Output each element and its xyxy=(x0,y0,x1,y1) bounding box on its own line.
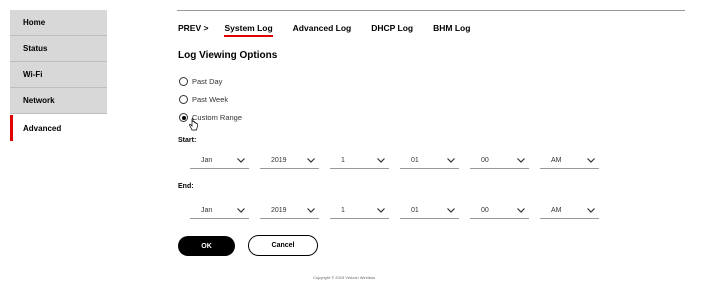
end-datetime-selects: Jan 2019 1 01 00 AM xyxy=(190,203,599,219)
radio-past-week[interactable]: Past Week xyxy=(179,95,228,104)
select-value: AM xyxy=(551,157,562,164)
header-divider xyxy=(177,10,685,11)
select-value: 01 xyxy=(411,157,419,164)
tab-system-log[interactable]: System Log xyxy=(224,23,273,37)
start-year-select[interactable]: 2019 xyxy=(260,153,319,169)
end-month-select[interactable]: Jan xyxy=(190,203,249,219)
sidebar-item-wifi[interactable]: Wi-Fi xyxy=(10,62,107,88)
chevron-down-icon xyxy=(447,208,455,213)
radio-label: Past Day xyxy=(192,77,223,86)
sidebar-nav: Home Status Wi-Fi Network Advanced xyxy=(10,10,107,141)
start-datetime-selects: Jan 2019 1 01 00 AM xyxy=(190,153,599,169)
select-value: AM xyxy=(551,207,562,214)
copyright-footer: Copyright © 2019 Verizon Wireless xyxy=(313,275,376,280)
sidebar-item-label: Advanced xyxy=(23,123,62,133)
sidebar-item-status[interactable]: Status xyxy=(10,36,107,62)
log-tabs: PREV > System Log Advanced Log DHCP Log … xyxy=(178,23,490,37)
chevron-down-icon xyxy=(377,208,385,213)
radio-label: Custom Range xyxy=(192,113,243,122)
sidebar-item-label: Network xyxy=(23,96,55,105)
select-value: 2019 xyxy=(271,207,287,214)
start-label: Start: xyxy=(178,137,197,144)
select-value: 2019 xyxy=(271,157,287,164)
cancel-button[interactable]: Cancel xyxy=(248,235,318,256)
sidebar-item-label: Wi-Fi xyxy=(23,70,43,79)
start-day-select[interactable]: 1 xyxy=(330,153,389,169)
end-minute-select[interactable]: 00 xyxy=(470,203,529,219)
tab-dhcp-log[interactable]: DHCP Log xyxy=(371,23,413,35)
sidebar-item-network[interactable]: Network xyxy=(10,88,107,114)
select-value: 1 xyxy=(341,207,345,214)
chevron-down-icon xyxy=(237,208,245,213)
radio-circle-icon[interactable] xyxy=(179,77,188,86)
chevron-down-icon xyxy=(377,158,385,163)
chevron-down-icon xyxy=(307,158,315,163)
start-hour-select[interactable]: 01 xyxy=(400,153,459,169)
sidebar-item-label: Home xyxy=(23,18,46,27)
chevron-down-icon xyxy=(587,208,595,213)
select-value: 00 xyxy=(481,157,489,164)
end-year-select[interactable]: 2019 xyxy=(260,203,319,219)
tab-prev[interactable]: PREV > xyxy=(178,23,208,35)
select-value: Jan xyxy=(201,207,213,214)
chevron-down-icon xyxy=(307,208,315,213)
radio-selected-icon[interactable] xyxy=(179,113,188,122)
start-month-select[interactable]: Jan xyxy=(190,153,249,169)
chevron-down-icon xyxy=(447,158,455,163)
select-value: 1 xyxy=(341,157,345,164)
radio-past-day[interactable]: Past Day xyxy=(179,77,222,86)
page-title: Log Viewing Options xyxy=(178,50,278,61)
chevron-down-icon xyxy=(517,208,525,213)
hand-cursor-icon xyxy=(189,118,198,131)
end-label: End: xyxy=(178,183,194,190)
select-value: Jan xyxy=(201,157,213,164)
ok-button[interactable]: OK xyxy=(178,236,235,256)
end-hour-select[interactable]: 01 xyxy=(400,203,459,219)
sidebar-item-label: Status xyxy=(23,44,48,53)
radio-circle-icon[interactable] xyxy=(179,95,188,104)
radio-label: Past Week xyxy=(192,95,229,104)
chevron-down-icon xyxy=(587,158,595,163)
sidebar-item-advanced[interactable]: Advanced xyxy=(10,115,107,141)
start-ampm-select[interactable]: AM xyxy=(540,153,599,169)
chevron-down-icon xyxy=(237,158,245,163)
sidebar-item-home[interactable]: Home xyxy=(10,10,107,36)
end-ampm-select[interactable]: AM xyxy=(540,203,599,219)
start-minute-select[interactable]: 00 xyxy=(470,153,529,169)
select-value: 00 xyxy=(481,207,489,214)
chevron-down-icon xyxy=(517,158,525,163)
tab-bhm-log[interactable]: BHM Log xyxy=(433,23,470,35)
end-day-select[interactable]: 1 xyxy=(330,203,389,219)
tab-advanced-log[interactable]: Advanced Log xyxy=(293,23,352,35)
select-value: 01 xyxy=(411,207,419,214)
